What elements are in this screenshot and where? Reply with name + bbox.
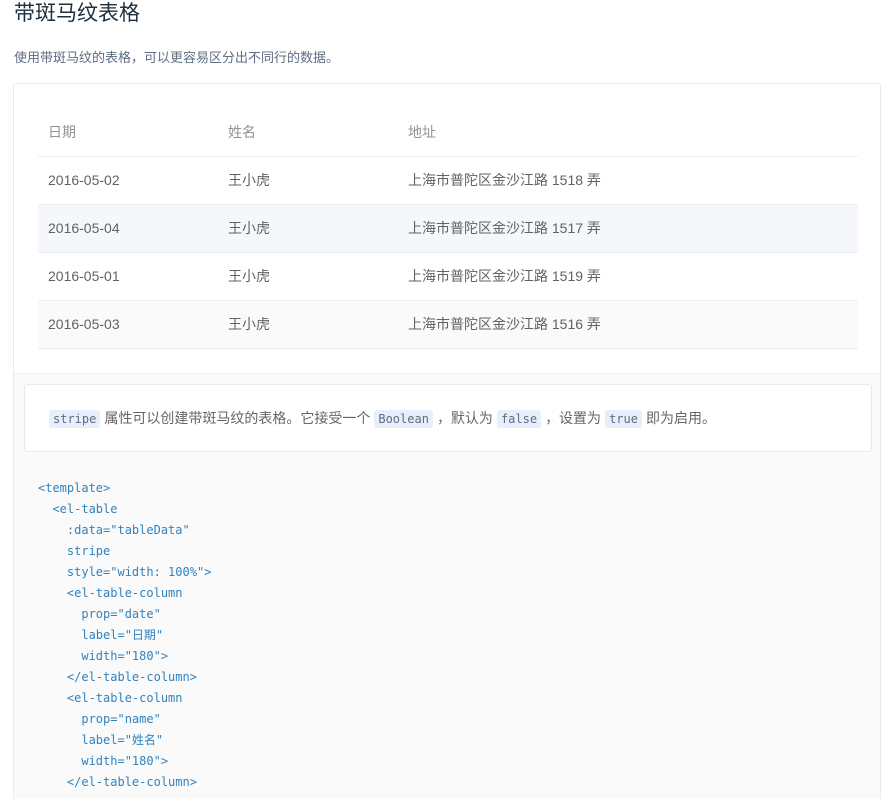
code-line: </el-table-column> xyxy=(38,670,197,684)
code-line: width="180"> xyxy=(38,754,169,768)
code-false: false xyxy=(496,410,542,428)
demo-description: stripe 属性可以创建带斑马纹的表格。它接受一个 Boolean ，默认为 fals… xyxy=(24,384,872,452)
code-line: style="width: 100%"> xyxy=(38,565,212,579)
code-line: <template> xyxy=(38,481,111,495)
page-title: 带斑马纹表格 xyxy=(14,2,140,25)
code-line: <el-table-column xyxy=(38,691,183,705)
demo-source: 日期 姓名 地址 2016-05-02 王小虎 上海市普陀区金沙江路 1518 … xyxy=(14,84,880,373)
code-line: :data="tableData" xyxy=(38,523,190,537)
table-row[interactable]: 2016-05-02 王小虎 上海市普陀区金沙江路 1518 弄 xyxy=(38,156,858,205)
code-boolean: Boolean xyxy=(374,410,433,428)
striped-table: 日期 姓名 地址 2016-05-02 王小虎 上海市普陀区金沙江路 1518 … xyxy=(38,108,858,349)
column-header-address[interactable]: 地址 xyxy=(398,108,858,157)
cell-name: 王小虎 xyxy=(218,252,398,301)
cell-date: 2016-05-01 xyxy=(38,252,218,301)
cell-address: 上海市普陀区金沙江路 1518 弄 xyxy=(398,156,858,205)
cell-name: 王小虎 xyxy=(218,204,398,253)
code-sample: <template> <el-table :data="tableData" s… xyxy=(38,478,211,793)
table-row[interactable]: 2016-05-03 王小虎 上海市普陀区金沙江路 1516 弄 xyxy=(38,300,858,349)
column-header-name[interactable]: 姓名 xyxy=(218,108,398,157)
code-line: <el-table xyxy=(38,502,118,516)
code-line: prop="name" xyxy=(38,712,161,726)
code-line: width="180"> xyxy=(38,649,169,663)
code-line: label="日期" xyxy=(38,628,164,642)
table-row[interactable]: 2016-05-04 王小虎 上海市普陀区金沙江路 1517 弄 xyxy=(38,204,858,253)
demo-meta: stripe 属性可以创建带斑马纹的表格。它接受一个 Boolean ，默认为 fals… xyxy=(14,373,880,799)
cell-address: 上海市普陀区金沙江路 1516 弄 xyxy=(398,300,858,349)
page-description: 使用带斑马纹的表格，可以更容易区分出不同行的数据。 xyxy=(14,50,340,65)
description-text: 即为启用。 xyxy=(645,410,716,426)
table-row[interactable]: 2016-05-01 王小虎 上海市普陀区金沙江路 1519 弄 xyxy=(38,252,858,301)
code-line: prop="date" xyxy=(38,607,161,621)
code-line: </el-table-column> xyxy=(38,775,197,789)
table-header-row: 日期 姓名 地址 xyxy=(38,108,858,157)
demo-block: 日期 姓名 地址 2016-05-02 王小虎 上海市普陀区金沙江路 1518 … xyxy=(13,83,881,799)
description-text: 属性可以创建带斑马纹的表格。它接受一个 xyxy=(104,410,371,426)
cell-name: 王小虎 xyxy=(218,300,398,349)
page: 带斑马纹表格 使用带斑马纹的表格，可以更容易区分出不同行的数据。 日期 姓名 地… xyxy=(0,0,893,799)
description-text: ，设置为 xyxy=(545,410,602,426)
code-line: <el-table-column xyxy=(38,586,183,600)
cell-date: 2016-05-03 xyxy=(38,300,218,349)
cell-date: 2016-05-02 xyxy=(38,156,218,205)
cell-address: 上海市普陀区金沙江路 1519 弄 xyxy=(398,252,858,301)
code-line: label="姓名" xyxy=(38,733,164,747)
cell-address: 上海市普陀区金沙江路 1517 弄 xyxy=(398,204,858,253)
description-text: ，默认为 xyxy=(436,410,493,426)
code-true: true xyxy=(605,410,642,428)
code-stripe: stripe xyxy=(49,410,101,428)
code-line: stripe xyxy=(38,544,111,558)
column-header-date[interactable]: 日期 xyxy=(38,108,218,157)
cell-date: 2016-05-04 xyxy=(38,204,218,253)
cell-name: 王小虎 xyxy=(218,156,398,205)
